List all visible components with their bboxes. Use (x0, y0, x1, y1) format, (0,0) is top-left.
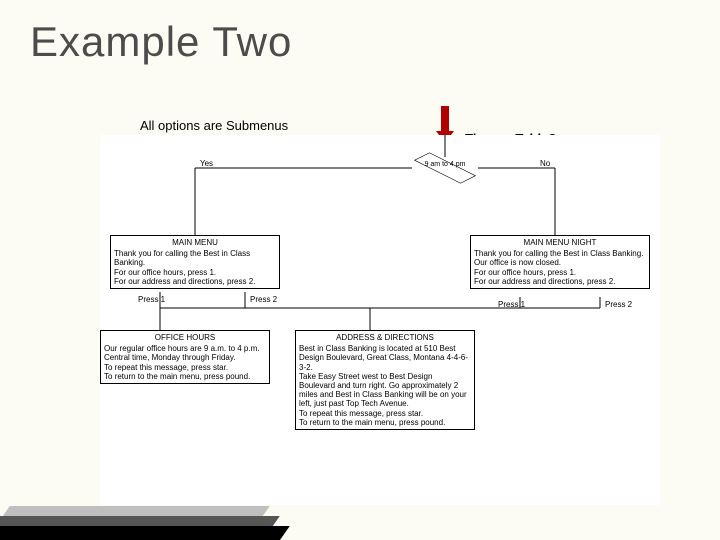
address-box: ADDRESS & DIRECTIONS Best in Class Banki… (295, 330, 475, 430)
connector-lines (100, 135, 660, 505)
flow-diagram: 9 am to 4 pm Yes No Press 1 Press 2 Pres… (100, 135, 660, 505)
slide-accent-icon (0, 480, 320, 540)
slide-title: Example Two (30, 18, 292, 66)
night-menu-box: MAIN MENU NIGHT Thank you for calling th… (470, 235, 650, 289)
annotation-submenu: All options are Submenus (140, 118, 288, 133)
main-menu-box: MAIN MENU Thank you for calling the Best… (110, 235, 280, 289)
press2-label-right: Press 2 (605, 300, 632, 309)
press1-label-right: Press 1 (498, 300, 525, 309)
red-arrow-icon (441, 106, 449, 134)
press2-label-left: Press 2 (250, 295, 277, 304)
decision-node: 9 am to 4 pm (412, 157, 478, 179)
branch-no-label: No (540, 159, 550, 168)
press1-label-left: Press 1 (138, 295, 165, 304)
branch-yes-label: Yes (200, 159, 213, 168)
office-hours-box: OFFICE HOURS Our regular office hours ar… (100, 330, 270, 384)
